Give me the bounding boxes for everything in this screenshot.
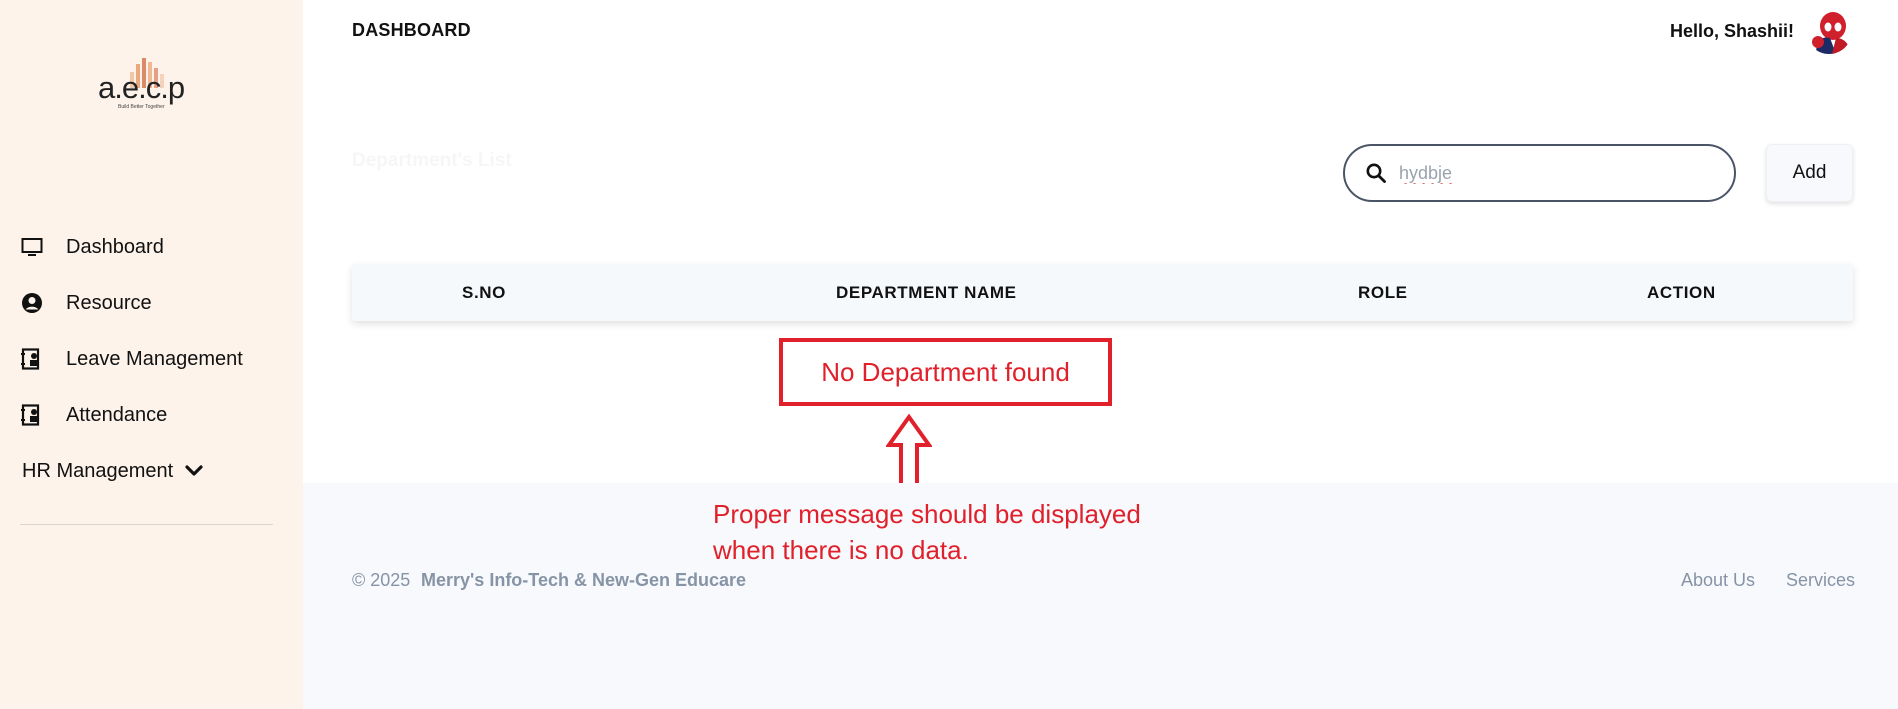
sidebar-item-leave-management[interactable]: Leave Management	[20, 344, 243, 374]
search-box[interactable]	[1343, 144, 1736, 202]
contact-book-icon	[20, 347, 44, 371]
add-department-button[interactable]: Add	[1766, 144, 1853, 202]
company-logo[interactable]: a.e.c.p Build Better Together	[96, 56, 200, 116]
sidebar-item-attendance[interactable]: Attendance	[20, 400, 167, 430]
annotation-note-line: when there is no data.	[713, 535, 969, 565]
user-greeting: Hello, Shashii!	[1670, 21, 1795, 41]
monitor-icon	[20, 235, 44, 259]
empty-state-highlight-box: No Department found	[779, 338, 1112, 406]
sidebar-item-label: Dashboard	[66, 235, 164, 258]
search-input[interactable]	[1399, 162, 1699, 184]
contact-book-icon	[20, 403, 44, 427]
empty-state-message: No Department found	[821, 356, 1070, 387]
user-circle-icon	[20, 291, 44, 315]
sidebar-item-label: Attendance	[66, 403, 168, 426]
annotation-note: Proper message should be displayed when …	[713, 496, 1141, 568]
sidebar-item-label: HR Management	[22, 459, 174, 482]
department-list-title: Department's List	[352, 150, 512, 171]
sidebar-item-label: Leave Management	[66, 347, 243, 370]
table-header: S.NO DEPARTMENT NAME ROLE ACTION	[352, 264, 1853, 321]
avatar[interactable]	[1806, 8, 1852, 54]
footer-copyright: © 2025	[352, 570, 411, 590]
arrow-up-icon	[886, 414, 932, 487]
annotation-note-line: Proper message should be displayed	[713, 499, 1141, 529]
sidebar-item-hr-management[interactable]: HR Management	[21, 456, 203, 486]
logo-wordmark: a.e.c.p	[98, 70, 185, 105]
logo-tagline: Build Better Together	[118, 104, 165, 110]
chevron-down-icon	[185, 462, 203, 480]
footer-link-about-us[interactable]: About Us	[1681, 570, 1755, 591]
footer-link-services[interactable]: Services	[1786, 570, 1855, 591]
sidebar-divider	[20, 524, 273, 525]
column-header-action: ACTION	[1647, 283, 1716, 302]
sidebar-item-dashboard[interactable]: Dashboard	[20, 232, 164, 262]
search-icon	[1365, 162, 1387, 184]
sidebar-item-resource[interactable]: Resource	[20, 288, 152, 318]
avatar-image	[1806, 8, 1852, 54]
sidebar: a.e.c.p Build Better Together Dashboard …	[0, 0, 303, 709]
footer-company-name: Merry's Info-Tech & New-Gen Educare	[421, 570, 747, 590]
sidebar-item-label: Resource	[66, 291, 152, 314]
column-header-role: ROLE	[1358, 283, 1408, 302]
column-header-sno: S.NO	[462, 283, 506, 302]
page-title: DASHBOARD	[352, 20, 471, 40]
column-header-department-name: DEPARTMENT NAME	[836, 283, 1017, 302]
